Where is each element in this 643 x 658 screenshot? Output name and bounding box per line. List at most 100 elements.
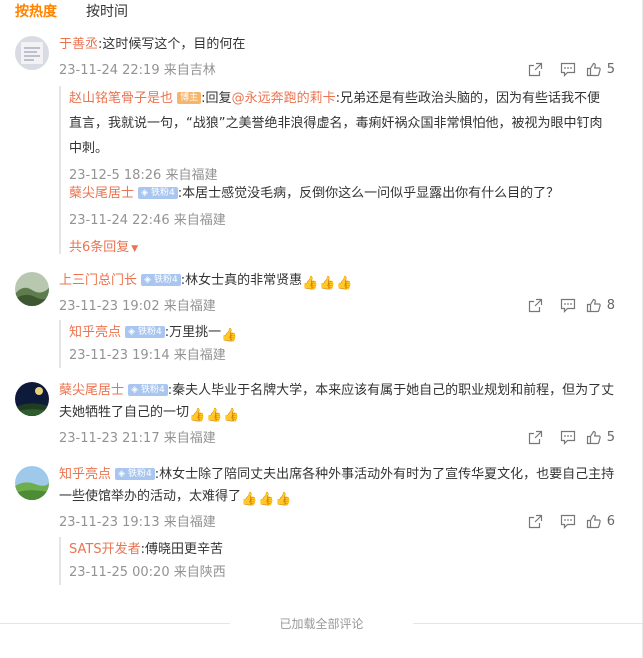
- thumbs-up-icon: [586, 62, 601, 76]
- reply-text-line2: 直言，我就说一句，“战狼”之美誉绝非浪得虚名，毒痢奸祸众国非常惧怕他，被视为眼中…: [69, 116, 603, 131]
- comment-icon[interactable]: [552, 60, 584, 78]
- reply-username[interactable]: 赵山铭笔骨子是也: [69, 91, 173, 106]
- thumbs-up-icon: [586, 514, 601, 528]
- iron-fan-badge: ◈ 铁粉4: [125, 326, 165, 338]
- reply-text: :傅晓田更辛苦: [140, 542, 223, 557]
- iron-fan-badge: ◈ 铁粉4: [115, 468, 155, 480]
- reply-list: 赵山铭笔骨子是也 博主:回复@永远奔跑的莉卡:兄弟还是有些政治头脑的，因为有些话…: [59, 86, 629, 255]
- comment-meta: 23-11-24 22:19 来自吉林: [59, 63, 216, 78]
- share-icon[interactable]: [520, 296, 552, 314]
- comment-content: 蘖尖尾居士 ◈ 铁粉4:秦夫人毕业于名牌大学，本来应该有属于她自己的职业规划和前…: [59, 380, 619, 424]
- mention-link[interactable]: @永远奔跑的莉卡: [232, 91, 336, 106]
- thumbs-up-emoji: 👍: [319, 276, 336, 291]
- comment-actions: 8: [520, 296, 615, 314]
- comment-text-line2: 一些使馆举办的活动，太难得了: [59, 489, 242, 504]
- blogger-badge: 博主: [177, 92, 202, 104]
- like-button[interactable]: 5: [586, 62, 615, 77]
- comment-text-line2: 夫她牺牲了自己的一切: [59, 405, 190, 420]
- comment-meta: 23-11-23 19:13 来自福建: [59, 515, 216, 530]
- thumbs-up-emoji: 👍: [275, 492, 292, 507]
- reply-username[interactable]: 蘖尖尾居士: [69, 186, 134, 201]
- avatar[interactable]: [15, 382, 49, 416]
- reply-meta: 23-11-24 22:46 来自福建: [69, 213, 226, 228]
- tab-by-time[interactable]: 按时间: [86, 1, 128, 21]
- share-icon[interactable]: [520, 512, 552, 530]
- thumbs-up-emoji: 👍: [258, 492, 275, 507]
- like-count: 5: [606, 429, 615, 445]
- like-button[interactable]: 5: [586, 430, 615, 445]
- reply-item: 赵山铭笔骨子是也 博主:回复@永远奔跑的莉卡:兄弟还是有些政治头脑的，因为有些话…: [69, 86, 624, 183]
- comment-content: 知乎亮点 ◈ 铁粉4:林女士除了陪同丈夫出席各种外事活动外有时为了宣传华夏文化，…: [59, 464, 619, 508]
- iron-fan-badge: ◈ 铁粉4: [128, 384, 168, 396]
- share-icon[interactable]: [520, 428, 552, 446]
- iron-fan-badge-label: 铁粉4: [137, 327, 162, 337]
- iron-fan-badge: ◈ 铁粉4: [138, 187, 178, 199]
- reply-text-line1: :兄弟还是有些政治头脑的，因为有些话我不便: [335, 91, 600, 106]
- reply-content: 知乎亮点 ◈ 铁粉4:万里挑一👍: [69, 320, 624, 345]
- thumbs-up-emoji: 👍: [241, 492, 258, 507]
- thumbs-up-emoji: 👍: [206, 408, 223, 423]
- all-loaded-text: 已加载全部评论: [269, 617, 374, 631]
- all-loaded-label: 已加载全部评论: [0, 615, 643, 632]
- reply-item: 蘖尖尾居士 ◈ 铁粉4:本居士感觉没毛病，反倒你这么一问似乎显露出你有什么目的了…: [69, 181, 624, 228]
- thumbs-up-emoji: 👍: [221, 328, 238, 343]
- comment-text-line1: :林女士除了陪同丈夫出席各种外事活动外有时为了宣传华夏文化，也要自己主持: [154, 467, 615, 482]
- like-count: 5: [606, 61, 615, 77]
- reply-meta: 23-11-25 00:20 来自陕西: [69, 565, 226, 580]
- thumbs-up-emoji: 👍: [223, 408, 240, 423]
- tab-by-hot[interactable]: 按热度: [15, 1, 57, 21]
- comment-icon[interactable]: [552, 512, 584, 530]
- comment-actions: 5: [520, 60, 615, 78]
- reply-item: SATS开发者:傅晓田更辛苦 23-11-25 00:20 来自陕西: [69, 537, 624, 580]
- like-button[interactable]: 6: [586, 514, 615, 529]
- thumbs-up-emoji: 👍: [336, 276, 353, 291]
- like-button[interactable]: 8: [586, 298, 615, 313]
- comment-username[interactable]: 于善丞: [59, 37, 98, 52]
- comment-content: 于善丞:这时候写这个，目的何在: [59, 34, 619, 56]
- thumbs-up-emoji: 👍: [189, 408, 206, 423]
- avatar[interactable]: [15, 272, 49, 306]
- iron-fan-badge-label: 铁粉4: [127, 469, 152, 479]
- reply-text: :万里挑一: [164, 325, 222, 340]
- reply-list: SATS开发者:傅晓田更辛苦 23-11-25 00:20 来自陕西: [59, 537, 629, 585]
- sort-tabs: 按热度 按时间: [0, 0, 643, 22]
- comment-username[interactable]: 知乎亮点: [59, 467, 111, 482]
- more-replies-label: 共6条回复: [69, 240, 130, 255]
- reply-content: 蘖尖尾居士 ◈ 铁粉4:本居士感觉没毛病，反倒你这么一问似乎显露出你有什么目的了…: [69, 181, 624, 206]
- avatar[interactable]: [15, 466, 49, 500]
- comments-footer: 已加载全部评论: [0, 615, 643, 631]
- comment-icon[interactable]: [552, 296, 584, 314]
- like-count: 6: [606, 513, 615, 529]
- reply-list: 知乎亮点 ◈ 铁粉4:万里挑一👍 23-11-23 19:14 来自福建: [59, 320, 629, 368]
- comment-username[interactable]: 蘖尖尾居士: [59, 383, 124, 398]
- reply-text: :本居士感觉没毛病，反倒你这么一问似乎显露出你有什么目的了？: [177, 186, 560, 201]
- reply-text-line3: 中刺。: [69, 141, 109, 156]
- iron-fan-badge: ◈ 铁粉4: [141, 274, 181, 286]
- comment-meta: 23-11-23 19:02 来自福建: [59, 299, 216, 314]
- iron-fan-badge-label: 铁粉4: [150, 188, 175, 198]
- share-icon[interactable]: [520, 60, 552, 78]
- reply-meta: 23-11-23 19:14 来自福建: [69, 348, 226, 363]
- reply-username[interactable]: 知乎亮点: [69, 325, 121, 340]
- reply-content: SATS开发者:傅晓田更辛苦: [69, 537, 624, 562]
- reply-username[interactable]: SATS开发者: [69, 542, 141, 557]
- caret-down-icon: ▼: [131, 244, 139, 254]
- comment-actions: 5: [520, 428, 615, 446]
- comment-icon[interactable]: [552, 428, 584, 446]
- avatar[interactable]: [15, 36, 49, 70]
- reply-content: 赵山铭笔骨子是也 博主:回复@永远奔跑的莉卡:兄弟还是有些政治头脑的，因为有些话…: [69, 86, 624, 161]
- comment-text: :林女士真的非常贤惠: [180, 273, 303, 288]
- comment-text: :这时候写这个，目的何在: [98, 37, 246, 52]
- comment-username[interactable]: 上三门总门长: [59, 273, 137, 288]
- like-count: 8: [606, 297, 615, 313]
- comment-content: 上三门总门长 ◈ 铁粉4:林女士真的非常贤惠👍👍👍: [59, 270, 619, 292]
- comment-actions: 6: [520, 512, 615, 530]
- comment-text-line1: :秦夫人毕业于名牌大学，本来应该有属于她自己的职业规划和前程，但为了丈: [167, 383, 615, 398]
- thumbs-up-icon: [586, 298, 601, 312]
- thumbs-up-icon: [586, 430, 601, 444]
- iron-fan-badge-label: 铁粉4: [153, 275, 178, 285]
- reply-item: 知乎亮点 ◈ 铁粉4:万里挑一👍 23-11-23 19:14 来自福建: [69, 320, 624, 363]
- comment-meta: 23-11-23 21:17 来自福建: [59, 431, 216, 446]
- more-replies-link[interactable]: 共6条回复 ▼: [69, 236, 138, 255]
- reply-prefix: :回复: [201, 91, 232, 106]
